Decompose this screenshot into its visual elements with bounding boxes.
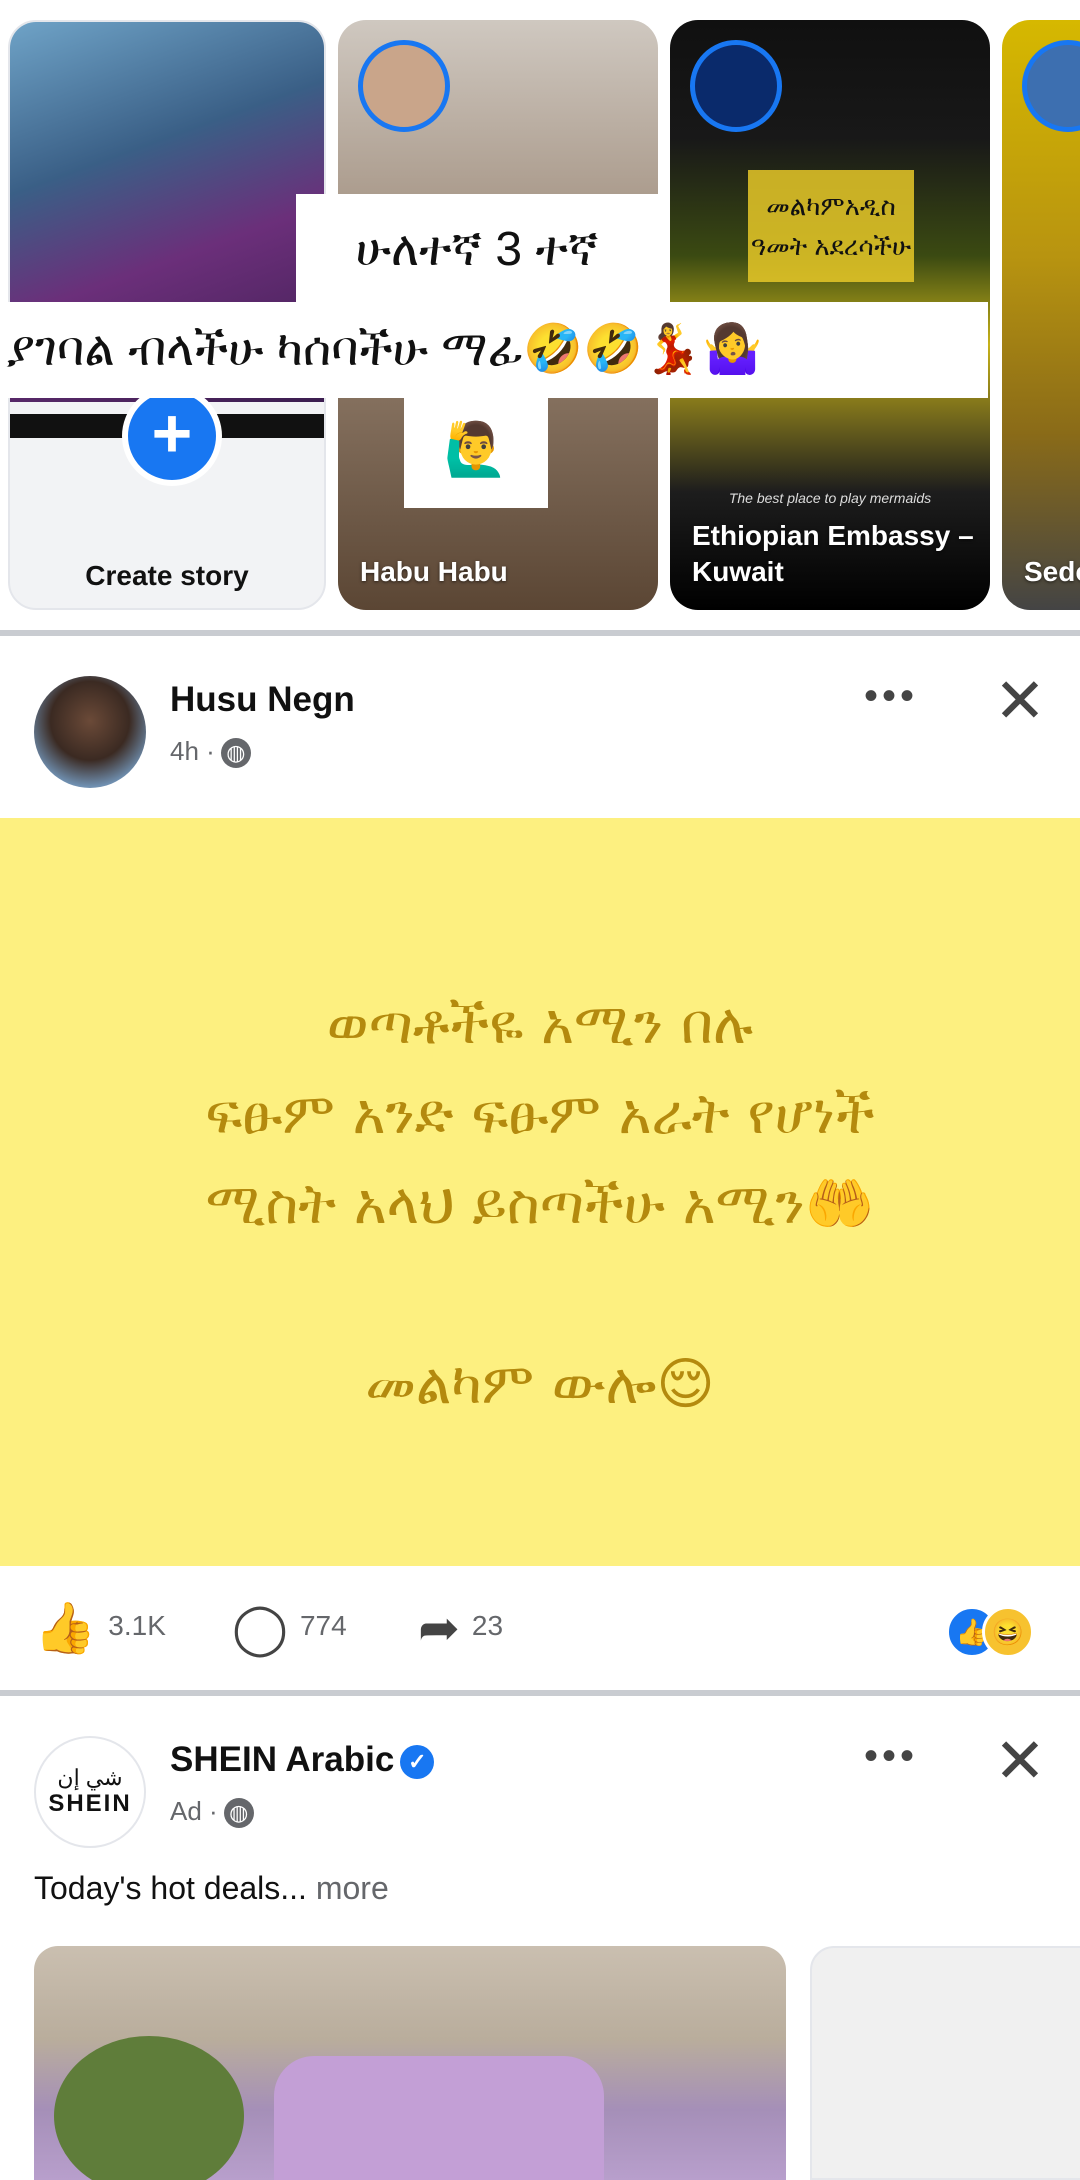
- post-actions-bar: 👍 3.1K ◯ 774 ➦ 23 👍 😆: [0, 1570, 1080, 1690]
- ad-carousel-image[interactable]: [810, 1946, 1080, 2180]
- ad-caption-text: Today's hot deals...: [34, 1870, 307, 1906]
- reaction-summary[interactable]: 👍 😆: [946, 1606, 1034, 1658]
- ad-caption: Today's hot deals... more: [34, 1870, 389, 1907]
- post-time: 4h ·: [170, 736, 215, 766]
- post-header: Husu Negn 4h · ◍ ••• ✕: [0, 636, 1080, 816]
- ad-carousel-image[interactable]: [34, 1946, 786, 2180]
- product-image: [274, 2056, 604, 2180]
- close-icon[interactable]: ✕: [994, 1731, 1046, 1793]
- embassy-card-subtext: The best place to play mermaids: [728, 490, 932, 506]
- share-button[interactable]: ➦ 23: [418, 1598, 503, 1656]
- story-name: Ethiopian Embassy – Kuwait: [692, 520, 974, 587]
- comment-button[interactable]: ◯ 774: [232, 1598, 347, 1656]
- comment-icon: ◯: [232, 1599, 288, 1656]
- like-count: 3.1K: [108, 1610, 166, 1641]
- like-button[interactable]: 👍 3.1K: [34, 1598, 166, 1656]
- more-options-icon[interactable]: •••: [864, 1736, 918, 1776]
- plant-image: [54, 2036, 244, 2180]
- story-avatar: [1022, 40, 1080, 132]
- shein-logo-text: SHEIN: [48, 1790, 132, 1817]
- share-icon: ➦: [418, 1599, 460, 1656]
- post-meta: 4h · ◍: [170, 736, 251, 769]
- avatar[interactable]: شي إن SHEIN: [34, 1736, 146, 1848]
- story-card-sedo[interactable]: Sedo: [1002, 20, 1080, 610]
- plus-icon[interactable]: +: [122, 386, 222, 486]
- stories-tray: + Create story Habu Habu መልካምአዲስ ዓመት አደረ…: [0, 0, 1080, 636]
- story-overlay-emoji: 🙋‍♂️: [404, 392, 548, 508]
- post-author[interactable]: SHEIN Arabic ✓: [170, 1740, 435, 1780]
- post-meta: Ad · ◍: [170, 1796, 254, 1829]
- post-author[interactable]: Husu Negn: [170, 680, 355, 720]
- comment-count: 774: [299, 1610, 347, 1641]
- story-overlay-caption: ሁለተኛ 3 ተኛ: [296, 194, 658, 306]
- shein-logo-arabic: شي إن: [57, 1765, 123, 1790]
- post-body-text: ወጣቶችዬ አሚን በሉ ፍፁም አንድ ፍፁም አራት የሆነች ሚስት አላ…: [205, 992, 875, 1417]
- story-overlay-caption-line: ያገባል ብላችሁ ካሰባችሁ ማፊ🤣🤣💃🤷‍♀️: [0, 302, 988, 398]
- story-name: Habu Habu: [360, 556, 508, 587]
- share-count: 23: [471, 1610, 504, 1641]
- verified-badge-icon: ✓: [400, 1744, 435, 1779]
- like-icon: 👍: [34, 1599, 97, 1656]
- avatar[interactable]: [34, 676, 146, 788]
- globe-icon: ◍: [220, 738, 251, 769]
- see-more-link[interactable]: more: [316, 1870, 389, 1906]
- create-story-label: Create story: [85, 560, 249, 591]
- haha-reaction-icon: 😆: [982, 1606, 1034, 1658]
- story-avatar: [690, 40, 782, 132]
- ad-author-name: SHEIN Arabic: [170, 1740, 395, 1779]
- story-avatar: [358, 40, 450, 132]
- globe-icon: ◍: [223, 1798, 254, 1829]
- embassy-card-text: መልካምአዲስ ዓመት አደረሳችሁ: [748, 170, 914, 282]
- close-icon[interactable]: ✕: [994, 671, 1046, 733]
- ad-label: Ad ·: [170, 1796, 218, 1826]
- story-name: Sedo: [1024, 556, 1080, 587]
- more-options-icon[interactable]: •••: [864, 676, 918, 716]
- ad-post-header: شي إن SHEIN SHEIN Arabic ✓ Ad · ◍ ••• ✕: [0, 1696, 1080, 1876]
